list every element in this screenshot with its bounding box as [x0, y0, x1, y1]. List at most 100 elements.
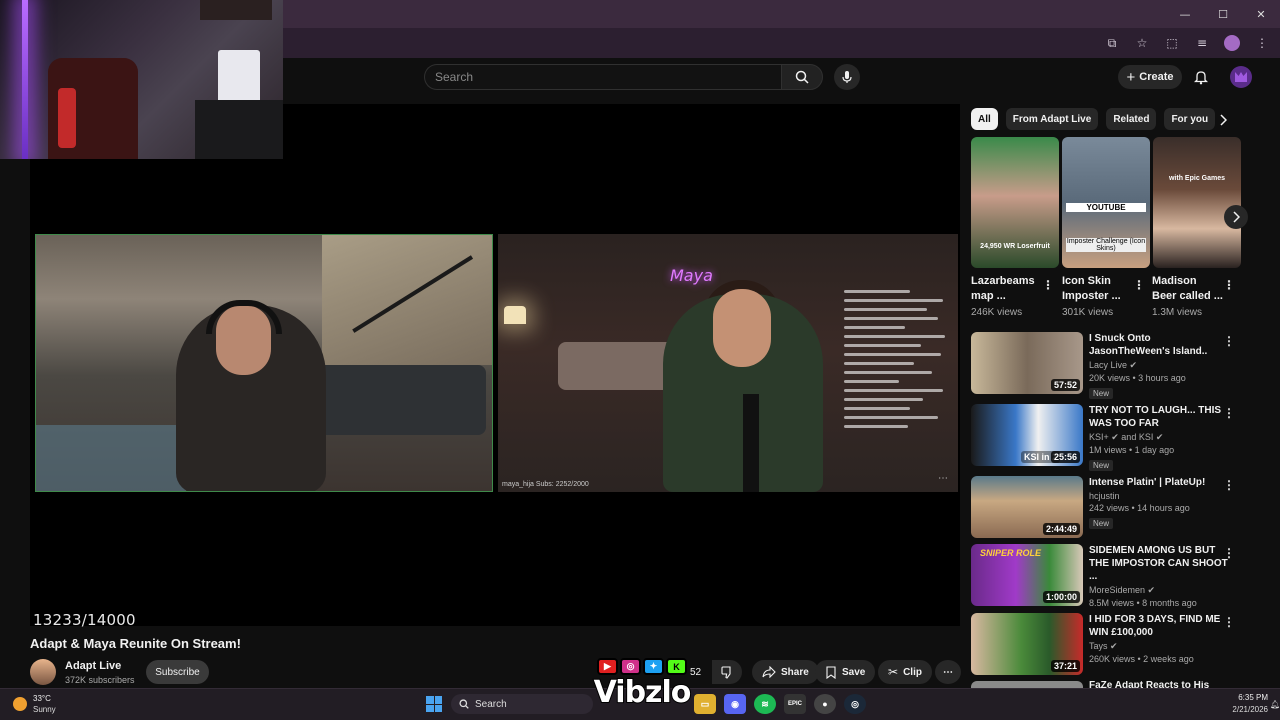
shorts-next-button[interactable] — [1224, 205, 1248, 229]
obs-icon[interactable]: ● — [814, 694, 836, 714]
list-item[interactable]: 2:44:49 Intense Platin' | PlateUp! hcjus… — [971, 476, 1249, 538]
rug — [36, 425, 186, 491]
video-thumbnail[interactable]: KSI in 2 25:56 — [971, 404, 1083, 466]
dislike-button[interactable] — [712, 660, 742, 684]
chips-next-button[interactable] — [1214, 110, 1232, 130]
video-title: I Snuck Onto JasonTheWeen's Island.. — [1089, 333, 1208, 357]
video-thumbnail[interactable]: 57:52 — [971, 332, 1083, 394]
more-actions-button[interactable]: ⋯ — [935, 660, 961, 684]
create-button[interactable]: + Create — [1118, 65, 1182, 89]
voice-search-button[interactable] — [834, 64, 860, 90]
microphone-icon — [842, 71, 852, 83]
subscriber-count: 372K subscribers — [65, 675, 135, 685]
share-icon — [762, 666, 776, 678]
chip-all[interactable]: All — [971, 108, 998, 130]
video-menu-icon[interactable]: ⋮ — [1223, 546, 1235, 560]
close-button[interactable]: ✕ — [1242, 0, 1280, 28]
video-thumbnail[interactable]: SNIPER ROLE 1:00:00 — [971, 544, 1083, 606]
file-explorer-icon[interactable]: ▭ — [694, 694, 716, 714]
chip-related[interactable]: Related — [1106, 108, 1157, 130]
video-menu-icon[interactable]: ⋮ — [1223, 406, 1235, 420]
weather-condition[interactable]: Sunny — [33, 705, 56, 714]
video-meta: 1M views • 1 day ago — [1089, 445, 1175, 455]
thumbnail-text: SNIPER ROLE — [980, 548, 1042, 558]
video-meta: 260K views • 2 weeks ago — [1089, 654, 1194, 664]
notifications-button[interactable] — [1190, 65, 1212, 89]
video-title: I HID FOR 3 DAYS, FIND ME WIN £100,000 — [1089, 614, 1221, 638]
pc-case — [218, 50, 260, 104]
short-menu-icon[interactable]: ⋮ — [1133, 278, 1145, 292]
bookmark-star-icon[interactable]: ☆ — [1132, 33, 1152, 53]
more-horizontal-icon: ⋯ — [943, 666, 953, 678]
list-item[interactable]: 57:52 I Snuck Onto JasonTheWeen's Island… — [971, 332, 1249, 399]
clock-date[interactable]: 2/21/2026 — [1210, 705, 1268, 714]
share-button[interactable]: Share — [752, 660, 819, 684]
video-menu-icon[interactable]: ⋮ — [1223, 478, 1235, 492]
maximize-button[interactable]: ☐ — [1204, 0, 1242, 28]
chevron-right-icon — [1233, 211, 1240, 223]
video-thumbnail[interactable]: 2:44:49 — [971, 476, 1083, 538]
list-item[interactable]: SNIPER ROLE 1:00:00 SIDEMEN AMONG US BUT… — [971, 544, 1249, 608]
short-menu-icon[interactable]: ⋮ — [1042, 278, 1054, 292]
vibzlo-watermark: ▶ ◎ ✦ K Vibzlo — [588, 658, 696, 718]
short-caption: YOUTUBE — [1066, 203, 1146, 212]
extensions-icon[interactable]: ⬚ — [1162, 33, 1182, 53]
thumbs-down-icon — [720, 665, 731, 679]
short-menu-icon[interactable]: ⋮ — [1223, 278, 1235, 292]
account-avatar[interactable] — [1230, 66, 1252, 88]
weather-temperature[interactable]: 33°C — [33, 694, 51, 703]
short-thumbnail[interactable]: with Epic Games — [1153, 137, 1241, 268]
instagram-icon: ◎ — [620, 658, 641, 675]
sun-icon[interactable] — [13, 697, 27, 711]
watermark-social-icons: ▶ ◎ ✦ K — [588, 658, 696, 675]
new-badge: New — [1089, 460, 1114, 471]
search-button[interactable] — [781, 64, 823, 90]
video-info: I Snuck Onto JasonTheWeen's Island.. Lac… — [1089, 332, 1229, 401]
search-icon — [795, 70, 809, 84]
short-views: 1.3M views — [1152, 307, 1203, 318]
discord-icon[interactable]: ◉ — [724, 694, 746, 714]
windows-start-icon[interactable] — [426, 696, 442, 712]
chip-from-channel[interactable]: From Adapt Live — [1005, 108, 1099, 130]
duration-badge: 37:21 — [1050, 660, 1080, 672]
sub-goal-counter: 13233/14000 — [33, 611, 136, 629]
steam-icon[interactable]: ◎ — [844, 694, 866, 714]
video-thumbnail[interactable]: 37:21 — [971, 613, 1083, 675]
clip-button[interactable]: ✂ Clip — [878, 660, 932, 684]
subscribe-button[interactable]: Subscribe — [146, 660, 209, 684]
watermark-text: Vibzlo — [593, 674, 693, 711]
chip-for-you[interactable]: For you — [1164, 108, 1216, 130]
stream-feed-left — [35, 234, 493, 492]
search-input[interactable]: Search — [424, 64, 782, 90]
cast-icon[interactable]: ⧉ — [1102, 33, 1122, 53]
shorts-shelf: 24,950 WR Loserfruit YOUTUBE Imposter Ch… — [971, 137, 1241, 268]
browser-menu-icon[interactable]: ⋮ — [1252, 33, 1272, 53]
overlay-more-icon: ⋯ — [938, 473, 948, 484]
channel-name[interactable]: Adapt Live — [65, 660, 121, 672]
taskbar-search[interactable]: Search — [451, 694, 593, 714]
minimize-button[interactable]: — — [1166, 0, 1204, 28]
new-badge: New — [1089, 518, 1114, 529]
clock-time[interactable]: 6:35 PM — [1210, 693, 1268, 702]
short-thumbnail[interactable]: YOUTUBE Imposter Challenge (Icon Skins) — [1062, 137, 1150, 268]
video-title: Intense Platin' | PlateUp! — [1089, 477, 1206, 488]
video-menu-icon[interactable]: ⋮ — [1223, 615, 1235, 629]
list-item[interactable]: KSI in 2 25:56 TRY NOT TO LAUGH... THIS … — [971, 404, 1249, 471]
spotify-icon[interactable]: ≋ — [754, 694, 776, 714]
headset — [206, 300, 282, 334]
scissors-icon: ✂ — [888, 665, 899, 679]
neon-sign: Maya — [670, 266, 713, 285]
video-info: Intense Platin' | PlateUp! hcjustin 242 … — [1089, 476, 1229, 531]
epic-games-icon[interactable]: EPIC — [784, 694, 806, 714]
media-controls-icon[interactable]: ≡ — [1192, 33, 1212, 53]
video-menu-icon[interactable]: ⋮ — [1223, 334, 1235, 348]
save-button[interactable]: Save — [815, 660, 876, 684]
notification-center-icon[interactable]: 🔔︎ — [1270, 700, 1280, 709]
duration-badge: 2:44:49 — [1042, 523, 1080, 535]
short-thumbnail[interactable]: 24,950 WR Loserfruit — [971, 137, 1059, 268]
short-title: Icon Skin Imposter ... — [1062, 275, 1121, 302]
profile-avatar[interactable] — [1222, 33, 1242, 53]
list-item[interactable]: 37:21 I HID FOR 3 DAYS, FIND ME WIN £100… — [971, 613, 1249, 675]
video-meta: 242 views • 14 hours ago — [1089, 503, 1190, 513]
channel-avatar[interactable] — [30, 659, 56, 685]
